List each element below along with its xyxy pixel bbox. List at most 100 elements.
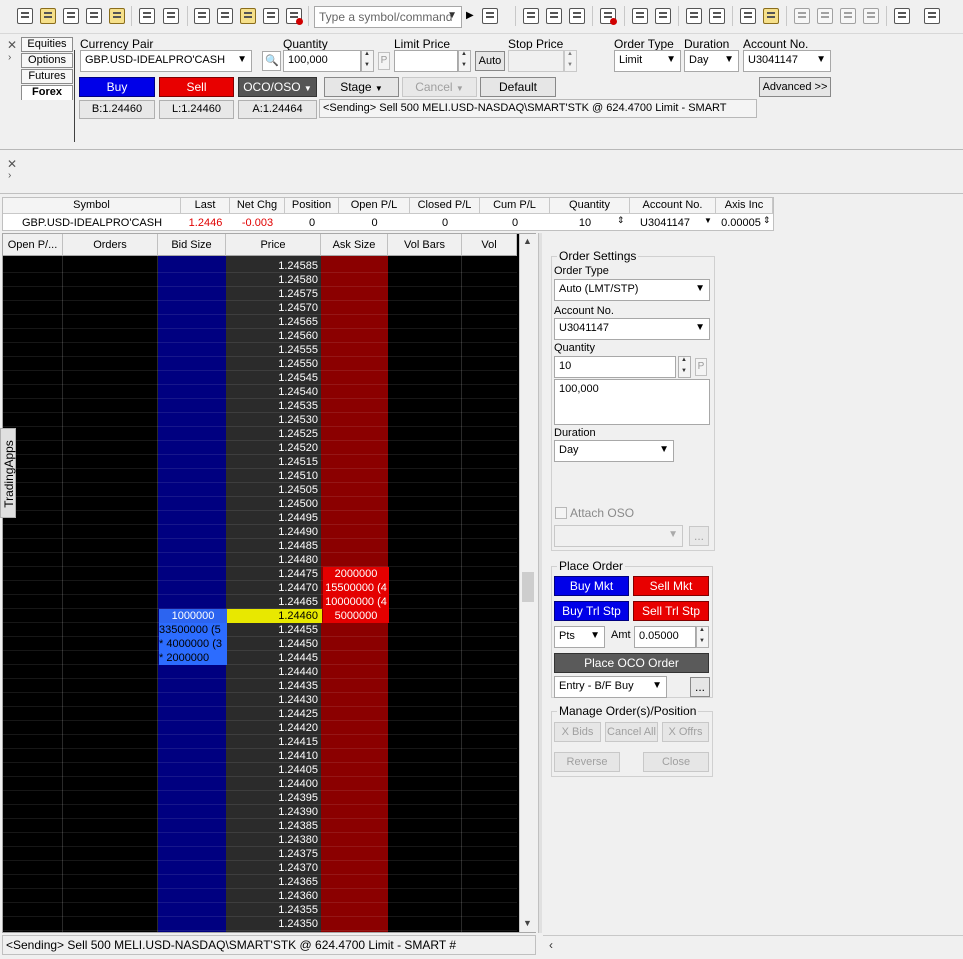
header-orders[interactable]: Orders [63, 234, 158, 256]
amt-stepper[interactable] [696, 626, 709, 648]
price-cell[interactable]: 1.24530 [227, 413, 322, 427]
order-type-select[interactable]: Limit ▼ [614, 50, 681, 72]
list-icon[interactable] [632, 8, 648, 24]
default-button[interactable]: Default [480, 77, 556, 97]
entry-more-button[interactable]: ... [690, 677, 710, 697]
zoom-in-icon[interactable] [794, 8, 810, 24]
buy-button[interactable]: Buy [79, 77, 155, 97]
price-cell[interactable]: 1.24515 [227, 455, 322, 469]
monitor-icon[interactable] [924, 8, 940, 24]
price-cell[interactable]: 1.24450 [227, 637, 322, 651]
grid-icon[interactable] [740, 8, 756, 24]
scroll-left-icon[interactable]: ‹ [549, 938, 553, 952]
chevron-right-icon[interactable]: › [8, 170, 11, 181]
price-cell[interactable]: 1.24400 [227, 777, 322, 791]
ask-size-cell[interactable]: 10000000 (4 [323, 595, 389, 609]
price-cell[interactable]: 1.24485 [227, 539, 322, 553]
bars-icon[interactable] [894, 8, 910, 24]
advanced-button[interactable]: Advanced >> [759, 77, 831, 97]
layout-icon[interactable] [194, 8, 210, 24]
header-position[interactable]: Position [285, 198, 339, 214]
ask-quote[interactable]: A:1.24464 [238, 100, 317, 119]
window-icon[interactable] [655, 8, 671, 24]
price-cell[interactable]: 1.24370 [227, 861, 322, 875]
chevron-down-icon[interactable]: ▼ [447, 10, 457, 21]
price-cell[interactable]: 1.24565 [227, 315, 322, 329]
price-cell[interactable]: 1.24470 [227, 581, 322, 595]
sell-button[interactable]: Sell [159, 77, 234, 97]
amt-field[interactable]: 0.05000 [634, 626, 696, 648]
chart-icon[interactable] [523, 8, 539, 24]
price-cell[interactable]: 1.24425 [227, 707, 322, 721]
clock-icon[interactable] [600, 8, 617, 25]
price-cell[interactable]: 1.24525 [227, 427, 322, 441]
header-account[interactable]: Account No. [630, 198, 716, 214]
price-cell[interactable]: 1.24480 [227, 553, 322, 567]
price-cell[interactable]: 1.24385 [227, 819, 322, 833]
bid-quote[interactable]: B:1.24460 [79, 100, 155, 119]
header-price[interactable]: Price [226, 234, 321, 256]
oso-more-button[interactable]: ... [689, 526, 709, 546]
header-quantity[interactable]: Quantity [550, 198, 630, 214]
header-cum-pl[interactable]: Cum P/L [480, 198, 550, 214]
open-icon[interactable] [40, 8, 56, 24]
account-icon[interactable] [569, 8, 585, 24]
tab-options[interactable]: Options [21, 53, 73, 68]
price-cell[interactable]: 1.24445 [227, 651, 322, 665]
price-cell[interactable]: 1.24495 [227, 511, 322, 525]
price-cell[interactable]: 1.24585 [227, 259, 322, 273]
sell-trail-stop-button[interactable]: Sell Trl Stp [633, 601, 709, 621]
cell-quantity[interactable]: 10 [550, 215, 620, 231]
quantity-stepper[interactable] [361, 50, 374, 72]
tradingapps-side-tab[interactable]: TradingApps [0, 428, 16, 518]
header-bid-size[interactable]: Bid Size [158, 234, 226, 256]
price-cell[interactable]: 1.24430 [227, 693, 322, 707]
currency-pair-select[interactable]: GBP.USD-IDEALPRO'CASH ▼ [80, 50, 252, 72]
price-cell[interactable]: 1.24415 [227, 735, 322, 749]
price-cell[interactable]: 1.24405 [227, 763, 322, 777]
lock-icon[interactable] [240, 8, 256, 24]
current-price-cell[interactable]: 1.24460 [227, 609, 322, 623]
quantity-p-button[interactable]: P [695, 358, 707, 376]
price-cell[interactable]: 1.24420 [227, 721, 322, 735]
price-cell[interactable]: 1.24500 [227, 497, 322, 511]
close-position-button[interactable]: Close [643, 752, 709, 772]
header-open-pl[interactable]: Open P/L [339, 198, 410, 214]
cancel-all-button[interactable]: Cancel All [605, 722, 658, 742]
price-cell[interactable]: 1.24440 [227, 665, 322, 679]
price-cell[interactable]: 1.24510 [227, 469, 322, 483]
duration-select[interactable]: Day ▼ [684, 50, 739, 72]
header-ask-size[interactable]: Ask Size [321, 234, 388, 256]
lock2-icon[interactable] [763, 8, 779, 24]
oco-oso-button[interactable]: OCO/OSO ▼ [238, 77, 317, 97]
header-open-pl[interactable]: Open P/... [3, 234, 63, 256]
cancel-button[interactable]: Cancel ▼ [402, 77, 477, 97]
stop-price-stepper[interactable] [564, 50, 577, 72]
stop-price-field[interactable] [508, 50, 564, 72]
new-folder-icon[interactable] [86, 8, 102, 24]
header-vol[interactable]: Vol [462, 234, 517, 256]
report-icon[interactable] [546, 8, 562, 24]
duration-select[interactable]: Day ▼ [554, 440, 674, 462]
scrollbar-thumb[interactable] [522, 572, 534, 602]
price-cell[interactable]: 1.24475 [227, 567, 322, 581]
oso-select[interactable]: ▼ [554, 525, 683, 547]
price-cell[interactable]: 1.24540 [227, 385, 322, 399]
tools-icon[interactable] [263, 8, 279, 24]
last-quote[interactable]: L:1.24460 [159, 100, 234, 119]
cell-account[interactable]: U3041147 [630, 215, 700, 231]
ladder-scrollbar[interactable]: ▲ ▼ [519, 234, 536, 932]
price-cell[interactable]: 1.24560 [227, 329, 322, 343]
price-cell[interactable]: 1.24505 [227, 483, 322, 497]
account-select[interactable]: U3041147 ▼ [554, 318, 710, 340]
price-cell[interactable]: 1.24580 [227, 273, 322, 287]
price-cell[interactable]: 1.24395 [227, 791, 322, 805]
sell-mkt-button[interactable]: Sell Mkt [633, 576, 709, 596]
price-cell[interactable]: 1.24570 [227, 301, 322, 315]
ask-size-cell[interactable]: 2000000 [323, 567, 389, 581]
symbol-command-input[interactable]: Type a symbol/command ▼ [314, 6, 462, 28]
account-select[interactable]: U3041147 ▼ [743, 50, 831, 72]
quantity-stepper[interactable] [678, 356, 691, 378]
layout2-icon[interactable] [709, 8, 725, 24]
price-cell[interactable]: 1.24435 [227, 679, 322, 693]
